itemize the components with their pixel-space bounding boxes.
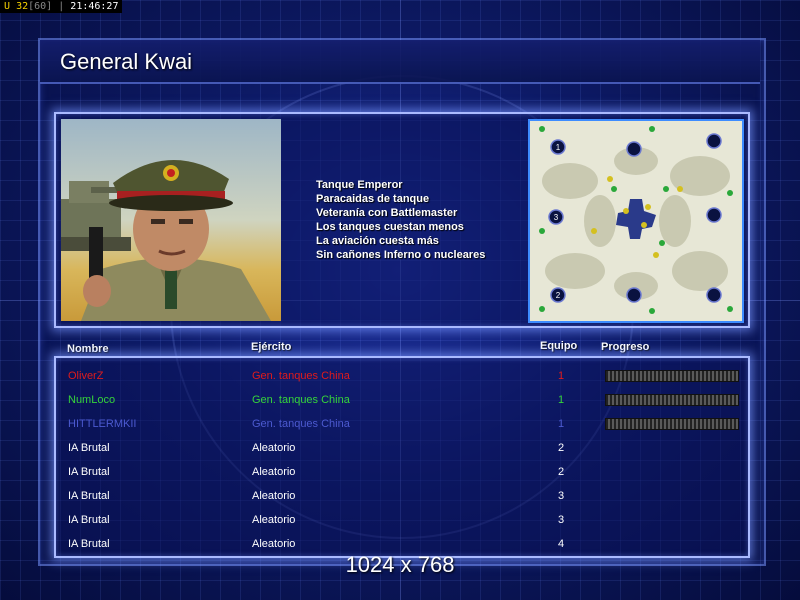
fps-counter: U 32[60] | 21:46:27 (0, 0, 123, 13)
player-team: 1 (558, 418, 565, 430)
player-team: 3 (558, 514, 565, 526)
hud-fps-cap: [60] (28, 1, 53, 12)
player-army: Aleatorio (252, 514, 296, 526)
player-team: 2 (558, 442, 565, 454)
player-name: IA Brutal (68, 466, 110, 478)
player-name: IA Brutal (68, 514, 110, 526)
player-army: Aleatorio (252, 538, 296, 550)
hud-u-label: U (4, 1, 11, 12)
perk-item: Los tanques cuestan menos (316, 221, 464, 233)
player-row: IA Brutal Aleatorio 3 (56, 508, 748, 532)
hud-fps: 32 (16, 1, 29, 12)
player-army: Aleatorio (252, 466, 296, 478)
player-row: NumLoco Gen. tanques China 1 (56, 388, 748, 412)
player-progress-bar (605, 370, 739, 382)
player-name: OliverZ (68, 370, 104, 382)
player-army: Aleatorio (252, 442, 296, 454)
player-progress-bar (605, 418, 739, 430)
general-info-panel: Tanque Emperor Paracaidas de tanque Vete… (54, 112, 750, 328)
perk-item: La aviación cuesta más (316, 235, 439, 247)
player-army: Gen. tanques China (252, 418, 350, 430)
player-row: HITTLERMKII Gen. tanques China 1 (56, 412, 748, 436)
player-row: IA Brutal Aleatorio 2 (56, 460, 748, 484)
player-name: IA Brutal (68, 442, 110, 454)
player-army: Gen. tanques China (252, 394, 350, 406)
player-team: 1 (558, 394, 565, 406)
map-preview: 1 3 2 (528, 119, 744, 323)
perk-item: Tanque Emperor (316, 179, 403, 191)
player-team: 3 (558, 490, 565, 502)
general-title: General Kwai (60, 49, 193, 74)
perk-item: Paracaidas de tanque (316, 193, 430, 205)
column-header-progress: Progreso (601, 341, 650, 353)
player-name: NumLoco (68, 394, 116, 406)
hud-clock: 21:46:27 (70, 1, 119, 12)
general-portrait (61, 119, 281, 321)
player-row: OliverZ Gen. tanques China 1 (56, 364, 748, 388)
player-rows: OliverZ Gen. tanques China 1 NumLoco Gen. ta… (56, 364, 748, 556)
player-name: IA Brutal (68, 538, 110, 550)
player-army: Aleatorio (252, 490, 296, 502)
player-row: IA Brutal Aleatorio 3 (56, 484, 748, 508)
general-perks-list: Tanque Emperor Paracaidas de tanque Vete… (316, 178, 485, 262)
player-team: 2 (558, 466, 565, 478)
hud-separator: | (58, 1, 65, 12)
player-name: IA Brutal (68, 490, 110, 502)
player-table: OliverZ Gen. tanques China 1 NumLoco Gen. ta… (54, 356, 750, 558)
column-header-team: Equipo (540, 340, 578, 352)
player-team: 4 (558, 538, 565, 550)
player-team: 1 (558, 370, 565, 382)
player-army: Gen. tanques China (252, 370, 350, 382)
column-header-name: Nombre (67, 343, 109, 355)
map-start-label: 3 (554, 213, 559, 222)
map-start-label: 2 (556, 291, 561, 300)
player-row: IA Brutal Aleatorio 2 (56, 436, 748, 460)
player-name: HITTLERMKII (68, 418, 137, 430)
perk-item: Veteranía con Battlemaster (316, 207, 458, 219)
map-start-label: 1 (556, 143, 561, 152)
perk-item: Sin cañones Inferno o nucleares (316, 249, 486, 261)
column-header-army: Ejército (251, 341, 292, 353)
title-bar: General Kwai (40, 40, 760, 84)
resolution-label: 1024 x 768 (345, 552, 455, 577)
player-progress-bar (605, 394, 739, 406)
